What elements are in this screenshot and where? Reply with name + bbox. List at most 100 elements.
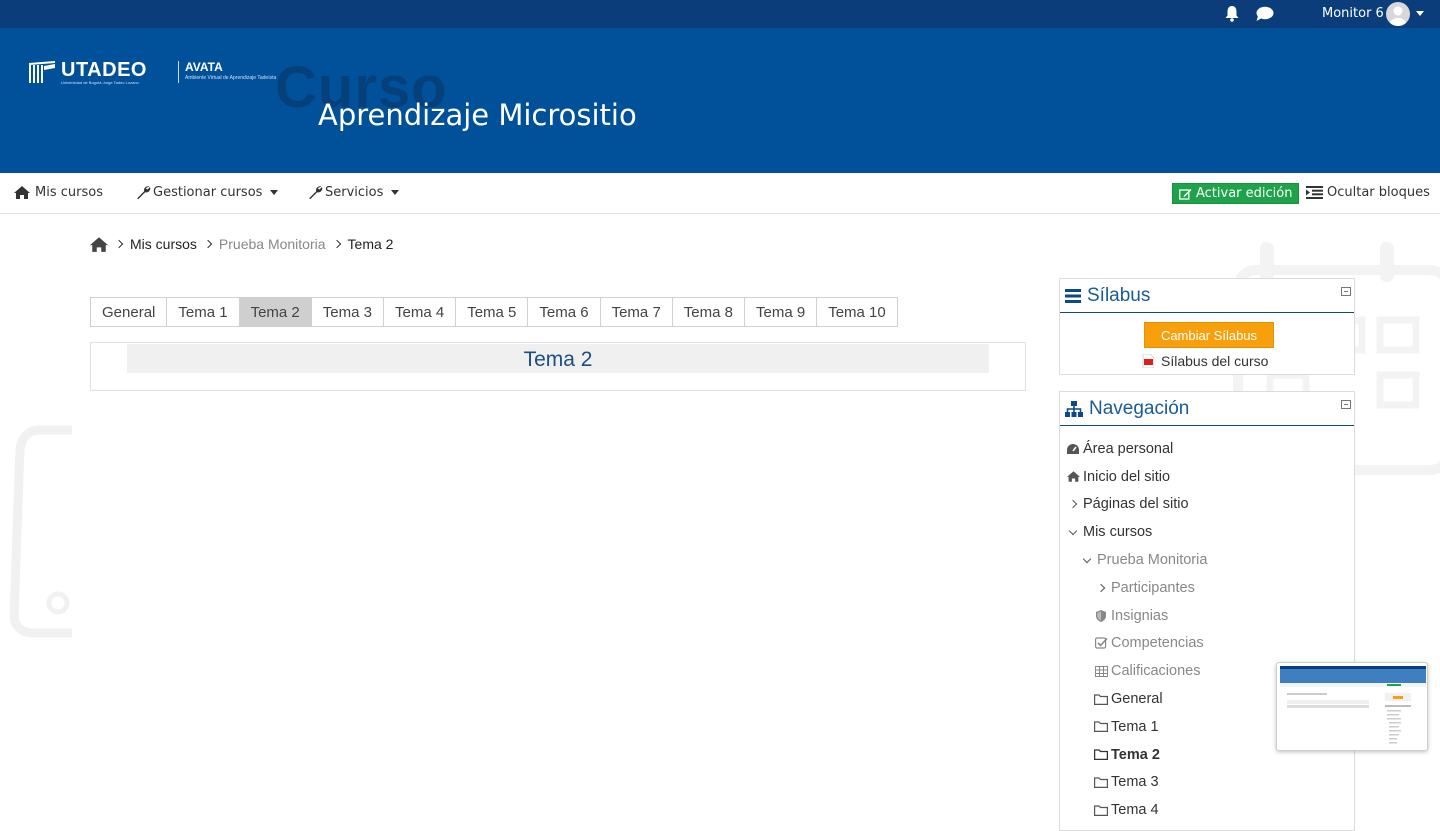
tab-tema-9[interactable]: Tema 9: [744, 297, 818, 327]
folder-icon: [1094, 692, 1108, 706]
nav-tree-section-tema-4-label: Tema 4: [1111, 802, 1159, 819]
collapse-block-icon[interactable]: [1341, 287, 1351, 296]
logo-text-avata: AVATA: [185, 60, 223, 74]
nav-tree-my-courses[interactable]: Mis cursos: [1060, 518, 1354, 546]
nav-tree-badges-label: Insignias: [1111, 607, 1169, 624]
tab-tema-10[interactable]: Tema 10: [816, 297, 898, 327]
chevron-right-icon: [114, 239, 124, 249]
screenshot-thumbnail[interactable]: [1276, 662, 1428, 751]
check-square-icon: [1094, 636, 1108, 650]
nav-tree-grades-label: Calificaciones: [1111, 663, 1201, 680]
section-title: Tema 2: [127, 344, 989, 373]
nav-tree-badges[interactable]: Insignias: [1060, 602, 1354, 630]
logo-text-utadeo-sub: Universidad de Bogotá Jorge Tadeo Lozano: [61, 80, 139, 85]
nav-my-courses-label: Mis cursos: [35, 185, 103, 200]
nav-tree-participants-label: Participantes: [1111, 579, 1195, 596]
shield-icon: [1094, 609, 1108, 623]
breadcrumb-my-courses[interactable]: Mis cursos: [130, 236, 197, 252]
tab-tema-3[interactable]: Tema 3: [310, 297, 384, 327]
tab-tema-2[interactable]: Tema 2: [238, 297, 312, 327]
nav-tree-section-tema-3[interactable]: Tema 3: [1060, 769, 1354, 797]
breadcrumb: Mis cursos Prueba Monitoria Tema 2: [90, 236, 393, 252]
silabus-link[interactable]: Sílabus del curso: [1142, 353, 1268, 369]
nav-tree-participants[interactable]: Participantes: [1060, 574, 1354, 602]
section-content: Tema 2: [90, 342, 1026, 391]
avatar[interactable]: [1386, 2, 1410, 26]
navigation-block: Navegación Área personal Inicio del siti…: [1059, 391, 1355, 831]
nav-tree-section-tema-3-label: Tema 3: [1111, 774, 1159, 791]
menu-bars-icon: [1065, 288, 1081, 303]
tab-tema-7[interactable]: Tema 7: [599, 297, 673, 327]
folder-icon: [1094, 803, 1108, 817]
change-silabus-button[interactable]: Cambiar Sílabus: [1144, 322, 1274, 348]
tab-tema-6[interactable]: Tema 6: [527, 297, 601, 327]
top-bar: Monitor 6: [0, 0, 1440, 28]
nav-manage-courses[interactable]: Gestionar cursos: [136, 185, 279, 200]
user-avatar-icon: [1390, 6, 1406, 26]
site-logo[interactable]: UTADEO Universidad de Bogotá Jorge Tadeo…: [27, 59, 276, 85]
tab-tema-1[interactable]: Tema 1: [166, 297, 240, 327]
nav-services[interactable]: Servicios: [308, 185, 400, 200]
home-icon: [1066, 470, 1080, 484]
pdf-file-icon: [1142, 354, 1154, 368]
chevron-right-icon: [1094, 581, 1108, 595]
tab-tema-8[interactable]: Tema 8: [671, 297, 745, 327]
nav-manage-courses-label: Gestionar cursos: [153, 185, 263, 200]
section-tabs: General Tema 1 Tema 2 Tema 3 Tema 4 Tema…: [90, 297, 898, 327]
breadcrumb-current[interactable]: Tema 2: [348, 236, 394, 252]
bell-icon[interactable]: [1224, 5, 1240, 22]
activate-edit-button[interactable]: Activar edición: [1172, 183, 1300, 204]
activate-edit-label: Activar edición: [1196, 186, 1293, 201]
course-title: Aprendizaje Micrositio: [318, 98, 637, 132]
nav-tree-section-tema-2-label: Tema 2: [1111, 746, 1160, 763]
chevron-right-icon: [203, 239, 213, 249]
silabus-block-title: Sílabus: [1087, 284, 1151, 306]
chat-icon[interactable]: [1255, 6, 1274, 22]
nav-tree-site-pages[interactable]: Páginas del sitio: [1060, 491, 1354, 519]
table-icon: [1094, 664, 1108, 678]
nav-tree-competencies[interactable]: Competencias: [1060, 630, 1354, 658]
nav-my-courses[interactable]: Mis cursos: [14, 185, 103, 200]
chevron-down-icon: [391, 190, 400, 195]
nav-tree-course[interactable]: Prueba Monitoria: [1060, 546, 1354, 574]
main-navbar: Mis cursos Gestionar cursos Servicios Ac…: [0, 173, 1440, 214]
nav-tree-course-label: Prueba Monitoria: [1097, 552, 1208, 569]
nav-tree-section-tema-1-label: Tema 1: [1111, 718, 1159, 735]
nav-tree-my-courses-label: Mis cursos: [1083, 524, 1153, 541]
nav-tree-dashboard-label: Área personal: [1083, 440, 1174, 457]
logo-text-avata-sub: Ambiente Virtual de Aprendizaje Tadeísta: [185, 75, 277, 81]
nav-tree-site-home[interactable]: Inicio del sitio: [1060, 463, 1354, 491]
indent-icon: [1306, 186, 1323, 199]
user-menu-caret-icon[interactable]: [1416, 11, 1424, 16]
chevron-right-icon: [1066, 497, 1080, 511]
home-icon[interactable]: [90, 236, 108, 252]
wrench-icon: [309, 186, 323, 200]
background-phone-icon: [10, 425, 72, 638]
collapse-block-icon[interactable]: [1341, 400, 1351, 409]
tab-general[interactable]: General: [90, 297, 168, 327]
nav-services-label: Servicios: [325, 185, 384, 200]
breadcrumb-course[interactable]: Prueba Monitoria: [219, 236, 326, 252]
folder-icon: [1094, 775, 1108, 789]
edit-icon: [1179, 188, 1192, 200]
tab-tema-5[interactable]: Tema 5: [455, 297, 529, 327]
course-banner: UTADEO Universidad de Bogotá Jorge Tadeo…: [0, 28, 1440, 173]
hide-blocks-label: Ocultar bloques: [1327, 185, 1430, 200]
nav-tree-section-general-label: General: [1111, 691, 1163, 708]
folder-icon: [1094, 748, 1108, 762]
navigation-block-header: Navegación: [1060, 392, 1354, 426]
tab-tema-4[interactable]: Tema 4: [382, 297, 457, 327]
utadeo-logo-mark-icon: [28, 61, 56, 83]
wrench-icon: [137, 186, 151, 200]
user-name[interactable]: Monitor 6: [1322, 6, 1384, 21]
silabus-link-label: Sílabus del curso: [1161, 353, 1269, 369]
chevron-down-icon: [1066, 525, 1080, 539]
hide-blocks-button[interactable]: Ocultar bloques: [1306, 185, 1430, 200]
folder-icon: [1094, 720, 1108, 734]
home-icon: [14, 186, 30, 199]
navigation-tree: Área personal Inicio del sitio Páginas d…: [1060, 426, 1354, 824]
nav-tree-site-pages-label: Páginas del sitio: [1083, 496, 1189, 513]
silabus-block-body: Cambiar Sílabus Sílabus del curso: [1060, 313, 1354, 375]
nav-tree-dashboard[interactable]: Área personal: [1060, 435, 1354, 463]
navigation-block-title: Navegación: [1089, 397, 1190, 419]
